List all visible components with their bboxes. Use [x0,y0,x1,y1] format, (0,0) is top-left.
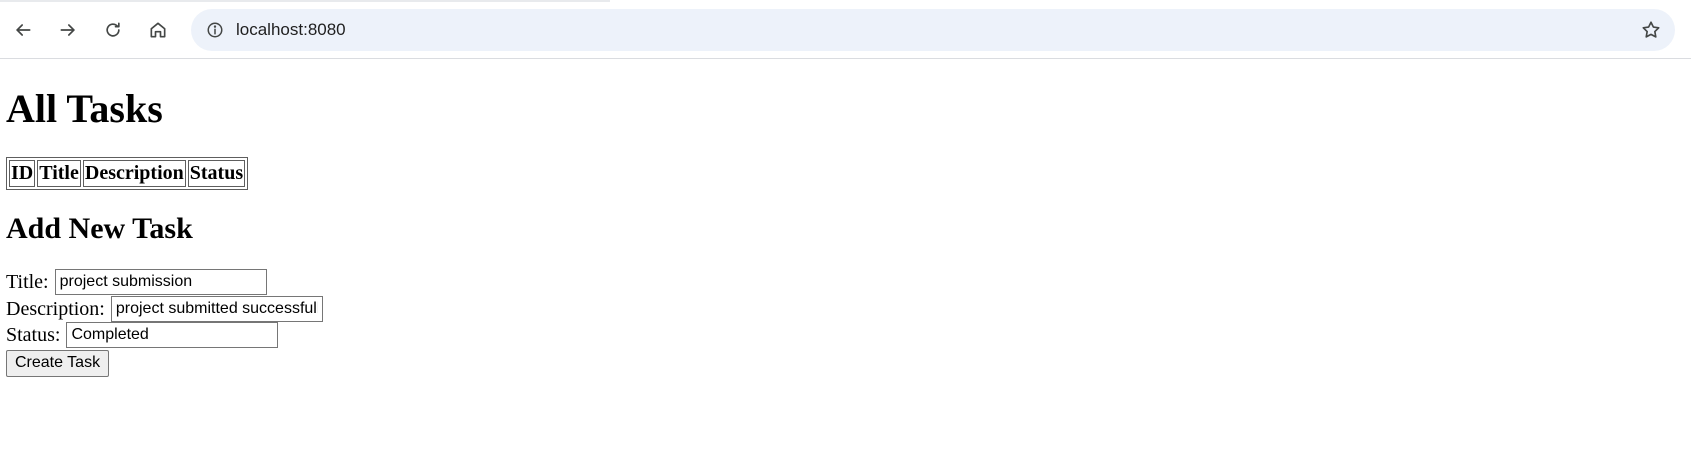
home-button[interactable] [141,13,175,47]
submit-row: Create Task [6,349,1685,377]
site-info-button[interactable] [201,16,229,44]
column-header-id: ID [9,160,36,187]
title-row: Title: [6,269,1685,296]
page-content: All Tasks ID Title Description Status Ad… [0,86,1691,377]
add-task-heading: Add New Task [6,212,193,245]
star-icon [1642,21,1660,38]
info-circle-icon [207,22,223,38]
table-header-row: ID Title Description Status [9,160,246,187]
arrow-right-icon [60,24,75,36]
tasks-table: ID Title Description Status [6,157,249,190]
create-task-button[interactable]: Create Task [6,349,110,377]
status-label: Status: [6,324,61,347]
home-icon [150,22,166,38]
bookmark-button[interactable] [1639,18,1663,42]
browser-toolbar: localhost:8080 [0,0,1691,59]
loading-indicator [0,0,610,2]
title-input[interactable] [54,269,267,296]
forward-button[interactable] [51,13,85,47]
title-label: Title: [6,271,49,294]
address-bar[interactable]: localhost:8080 [191,9,1675,51]
page-title: All Tasks [6,86,163,131]
add-task-form: Title: Description: Status: Create Task [6,269,1685,377]
column-header-description: Description [82,160,186,187]
status-input[interactable] [66,322,279,349]
description-row: Description: [6,295,1685,323]
description-input[interactable] [110,295,323,322]
column-header-status: Status [187,160,246,187]
url-text[interactable]: localhost:8080 [236,19,346,41]
column-header-title: Title [37,160,81,187]
reload-button[interactable] [96,13,130,47]
description-label: Description: [6,297,105,320]
reload-icon [106,22,120,37]
back-button[interactable] [6,13,40,47]
status-row: Status: [6,322,1685,349]
arrow-left-icon [16,24,31,36]
